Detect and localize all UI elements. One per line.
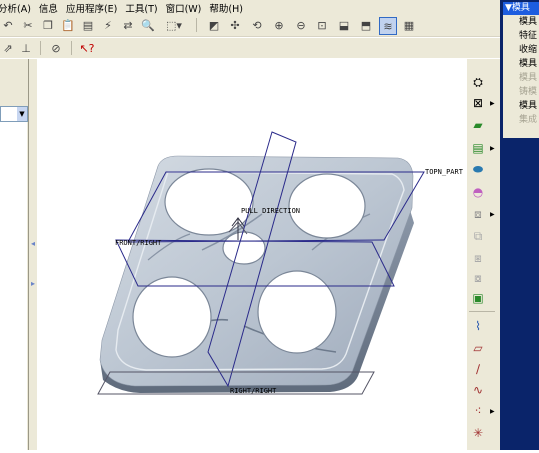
main-toolbar: ↶ ✂ ❐ 📋 ▤ ⚡ ⇄ 🔍 ⬚▾ ◩ ✣ ⟲ ⊕ ⊖ ⊡ ⬓ ⬒ ≋ ▦ bbox=[0, 15, 500, 37]
orient-mode-icon[interactable]: ⟲ bbox=[249, 17, 265, 33]
cut-icon[interactable]: ✂ bbox=[20, 17, 36, 33]
find-icon[interactable]: 🔍 bbox=[140, 17, 156, 33]
menu-bar: 分析(A) 信息 应用程序(E) 工具(T) 窗口(W) 帮助(H) bbox=[0, 0, 500, 15]
model-tree-panel: ▼ bbox=[0, 59, 29, 450]
menu-manager: ▼模具 模具 特征 收缩 模具 模具 铸模 模具 集成 bbox=[500, 0, 539, 450]
menu-tools[interactable]: 工具(T) bbox=[121, 1, 161, 15]
datum-label-front: FRONT/RIGHT bbox=[115, 239, 162, 247]
datum-label-top: TOPN_PART bbox=[425, 168, 464, 176]
menu-applications[interactable]: 应用程序(E) bbox=[62, 1, 121, 15]
zoom-out-icon[interactable]: ⊖ bbox=[293, 17, 309, 33]
datum-plane-icon[interactable]: ▱ bbox=[469, 339, 487, 357]
collapse-arrow-icon[interactable]: ◂ bbox=[31, 239, 35, 251]
datum-curve-icon[interactable]: ∿ bbox=[469, 381, 487, 399]
datum-csys-icon[interactable]: ⊥ bbox=[18, 40, 34, 56]
refit-icon[interactable]: ⊡ bbox=[314, 17, 330, 33]
hole-bottom-left bbox=[132, 276, 212, 358]
mfg-menu-item[interactable]: 模具 bbox=[503, 57, 539, 71]
mfg-menu-item: 集成 bbox=[519, 115, 538, 125]
model-tree-combo[interactable]: ▼ bbox=[0, 106, 28, 122]
sketch-icon[interactable]: ⌇ bbox=[469, 317, 487, 335]
chevron-down-icon[interactable]: ▶ bbox=[490, 408, 495, 415]
extract-icon[interactable]: ⧉ bbox=[469, 227, 487, 245]
paste-special-icon[interactable]: ▤ bbox=[80, 17, 96, 33]
chevron-down-icon[interactable]: ▼ bbox=[17, 107, 27, 121]
right-feature-toolbar: ⛭ ⊠ ▶ ▰ ▤ ▶ ⬬ ◓ ⧈ ▶ ⧉ ⧆ ⧇ ▣ ⌇ ▱ ∕ ∿ ⁖ ▶ ✳ bbox=[467, 59, 500, 450]
chevron-down-icon[interactable]: ▶ bbox=[490, 145, 495, 152]
parting-surface-icon[interactable]: ⬬ bbox=[469, 160, 487, 178]
hide-icon[interactable]: ⊘ bbox=[48, 40, 64, 56]
menu-analysis[interactable]: 分析(A) bbox=[0, 1, 35, 15]
regen-manager-icon[interactable]: ⇄ bbox=[120, 17, 136, 33]
casting-icon[interactable]: ⧆ bbox=[469, 249, 487, 267]
chevron-down-icon[interactable]: ▶ bbox=[490, 211, 495, 218]
split-icon[interactable]: ⧈ bbox=[469, 205, 487, 223]
repaint-icon[interactable]: ◩ bbox=[206, 17, 222, 33]
model-tree-area[interactable] bbox=[0, 106, 27, 450]
datum-axis-icon[interactable]: ⇗ bbox=[0, 40, 16, 56]
datum-axis-tool-icon[interactable]: ∕ bbox=[469, 360, 487, 378]
mfg-menu-item: 模具 bbox=[519, 73, 538, 83]
hole-top-right bbox=[288, 173, 366, 239]
copy-icon[interactable]: ❐ bbox=[40, 17, 56, 33]
graphics-window[interactable]: TOPN_PART PULL DIRECTION FRONT/RIGHT RIG… bbox=[37, 59, 467, 450]
menu-help[interactable]: 帮助(H) bbox=[205, 1, 247, 15]
menu-window[interactable]: 窗口(W) bbox=[162, 1, 206, 15]
pull-direction-label: PULL DIRECTION bbox=[241, 207, 300, 215]
mfg-menu-item[interactable]: 特征 bbox=[503, 29, 539, 43]
undo-icon[interactable]: ↶ bbox=[0, 17, 16, 33]
mfg-menu-item[interactable]: 收缩 bbox=[503, 43, 539, 57]
workpiece-icon[interactable]: ▰ bbox=[469, 116, 487, 134]
saved-views-icon[interactable]: ⬒ bbox=[358, 17, 374, 33]
menu-info[interactable]: 信息 bbox=[35, 1, 62, 15]
spin-center-icon[interactable]: ✣ bbox=[227, 17, 243, 33]
context-help-icon[interactable]: ↖? bbox=[79, 40, 95, 56]
regenerate-icon[interactable]: ⚡ bbox=[100, 17, 116, 33]
mold-open-icon[interactable]: ⧇ bbox=[469, 269, 487, 287]
hole-center bbox=[222, 231, 266, 265]
view-manager-icon[interactable]: ▦ bbox=[401, 17, 417, 33]
menu-manager-title[interactable]: ▼模具 bbox=[503, 2, 539, 15]
datum-label-right: RIGHT/RIGHT bbox=[230, 387, 277, 395]
mold-layout-icon[interactable]: ▣ bbox=[469, 289, 487, 307]
hole-bottom-right bbox=[257, 270, 337, 354]
mfg-menu-item[interactable]: 模具 bbox=[503, 15, 539, 29]
selection-box-icon[interactable]: ⬚▾ bbox=[162, 17, 186, 33]
expand-arrow-icon[interactable]: ▸ bbox=[31, 279, 35, 291]
menu-manager-body: ▼模具 模具 特征 收缩 模具 模具 铸模 模具 集成 bbox=[503, 2, 539, 138]
mold-cavity-icon[interactable]: ⛭ bbox=[469, 73, 487, 91]
mfg-menu-item: 铸模 bbox=[519, 87, 538, 97]
secondary-toolbar: ⇗ ⊥ ⊘ ↖? bbox=[0, 38, 500, 58]
panel-splitter[interactable]: ◂ ▸ bbox=[29, 59, 37, 450]
extrude-icon[interactable]: ▤ bbox=[469, 139, 487, 157]
layers-icon[interactable]: ≋ bbox=[379, 17, 397, 35]
reorient-icon[interactable]: ⬓ bbox=[336, 17, 352, 33]
datum-csys-tool-icon[interactable]: ✳ bbox=[469, 424, 487, 442]
mfg-menu-item[interactable]: 模具 bbox=[503, 99, 539, 113]
datum-point-icon[interactable]: ⁖ bbox=[469, 402, 487, 420]
paste-icon[interactable]: 📋 bbox=[60, 17, 76, 33]
zoom-in-icon[interactable]: ⊕ bbox=[271, 17, 287, 33]
chevron-down-icon[interactable]: ▶ bbox=[490, 100, 495, 107]
volume-icon[interactable]: ◓ bbox=[469, 183, 487, 201]
shrinkage-icon[interactable]: ⊠ bbox=[469, 94, 487, 112]
